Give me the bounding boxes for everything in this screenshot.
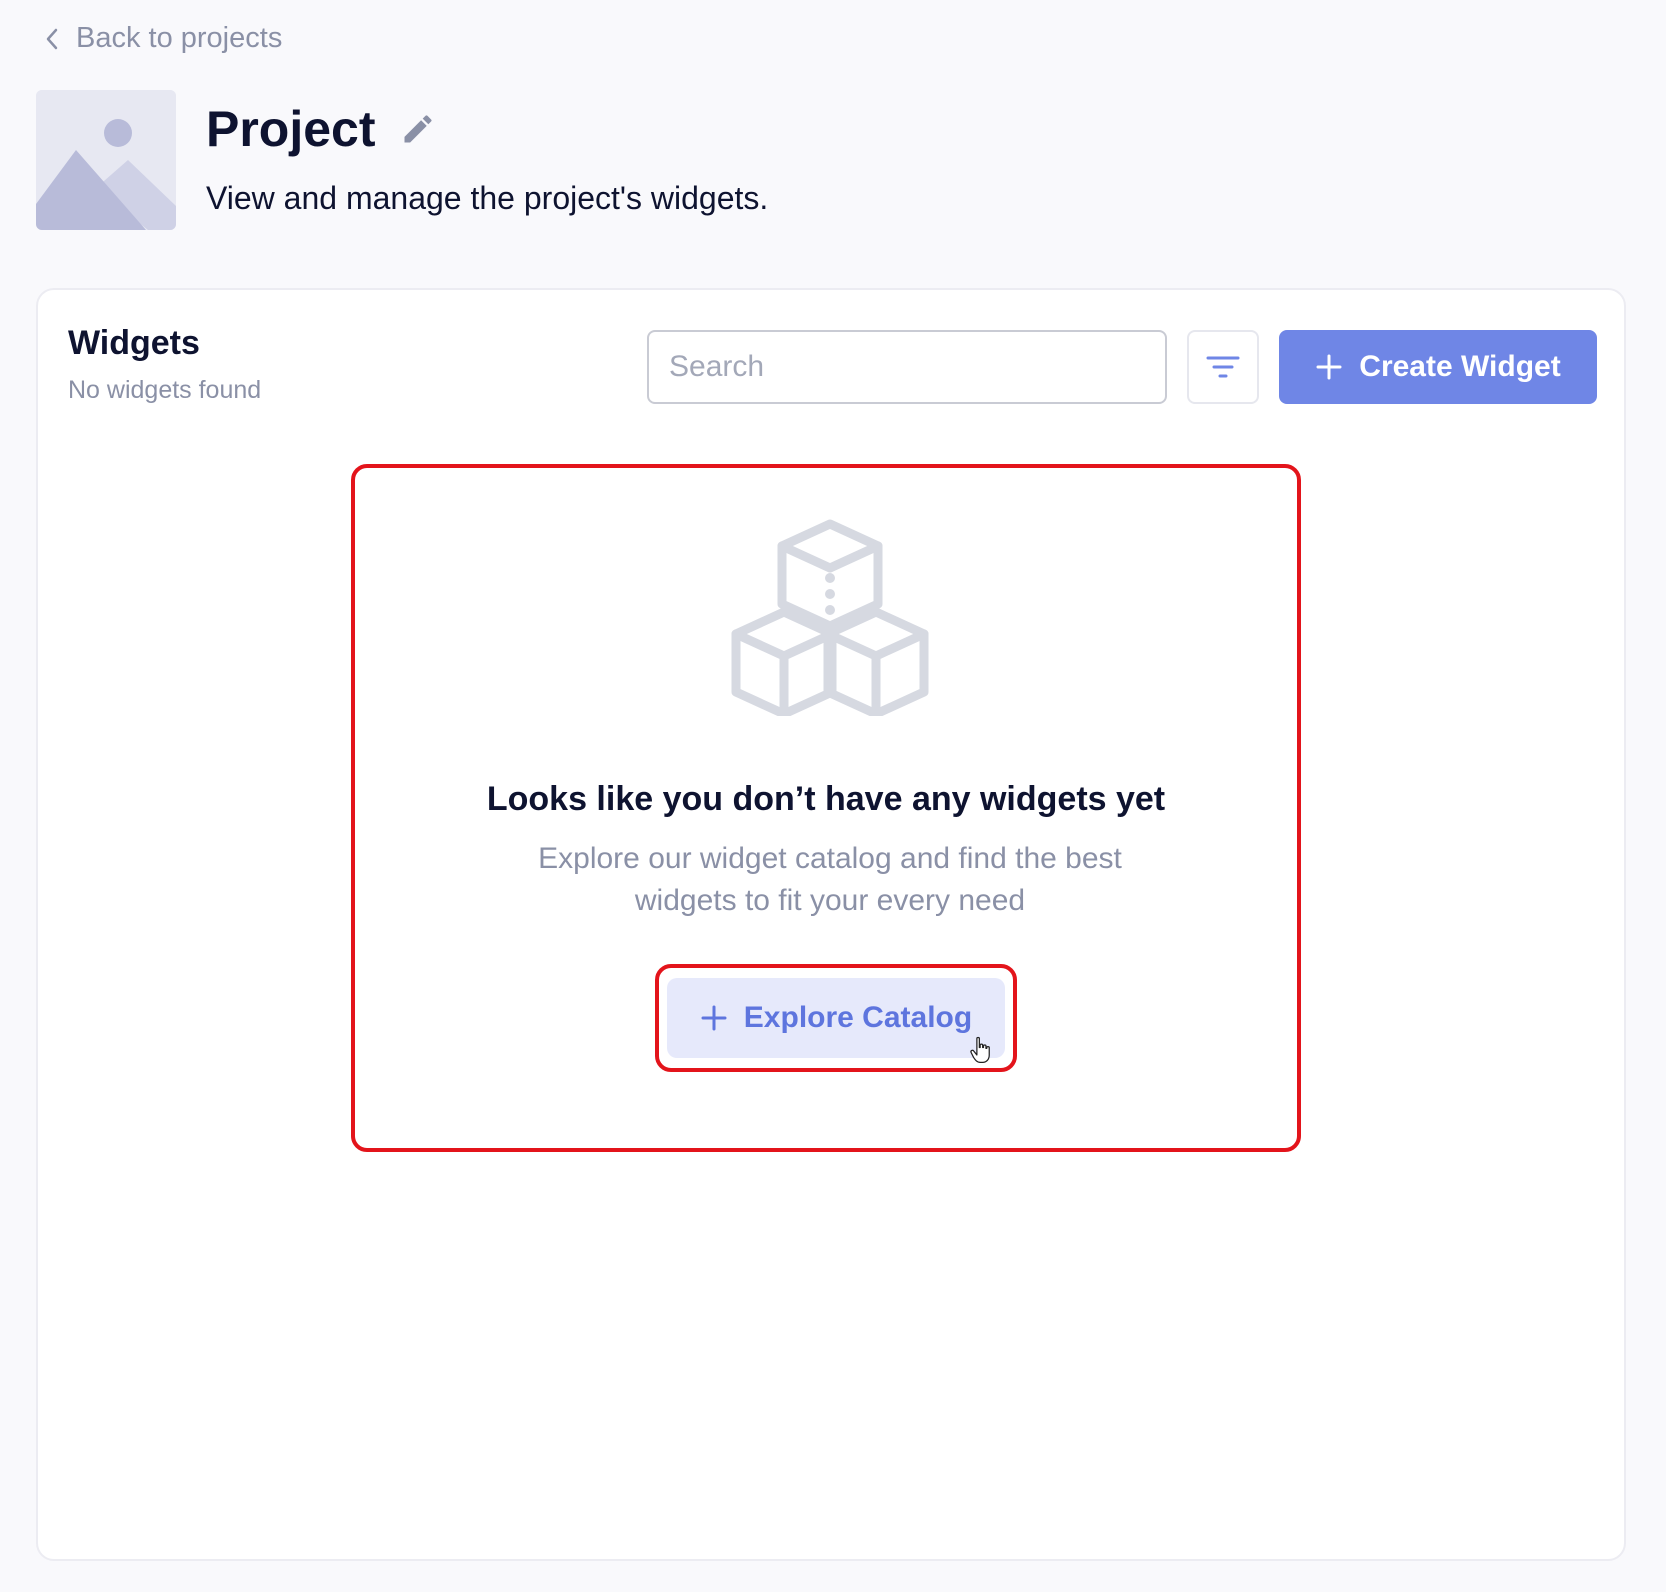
plus-icon	[1316, 354, 1342, 380]
filter-button[interactable]	[1187, 330, 1259, 404]
back-to-projects-link[interactable]: Back to projects	[42, 22, 282, 55]
chevron-left-icon	[46, 28, 58, 49]
empty-state-description: Explore our widget catalog and find the …	[538, 842, 1122, 917]
project-title-row: Project	[206, 100, 436, 158]
pencil-icon	[404, 115, 432, 143]
project-image-placeholder	[36, 90, 176, 230]
widgets-panel: Widgets No widgets found Create Widget	[36, 288, 1626, 1561]
create-widget-button[interactable]: Create Widget	[1279, 330, 1597, 404]
page-subtitle: View and manage the project's widgets.	[206, 180, 769, 216]
filter-icon	[1206, 356, 1240, 378]
project-page: Back to projects Project View and manage…	[0, 0, 1666, 1592]
hand-pointer-icon	[970, 1036, 990, 1063]
image-placeholder-icon	[36, 90, 176, 230]
page-title: Project	[206, 101, 376, 157]
explore-catalog-label: Explore Catalog	[743, 1001, 973, 1034]
empty-state-title: Looks like you don’t have any widgets ye…	[486, 780, 1166, 818]
search-input[interactable]	[647, 330, 1167, 404]
back-link-label: Back to projects	[76, 22, 283, 54]
plus-icon	[701, 1005, 727, 1031]
empty-state-highlight: Looks like you don’t have any widgets ye…	[351, 464, 1301, 1152]
widgets-heading: Widgets	[68, 324, 200, 362]
edit-title-button[interactable]	[400, 111, 436, 147]
create-widget-label: Create Widget	[1359, 350, 1561, 383]
explore-catalog-highlight: Explore Catalog	[655, 964, 1017, 1072]
widgets-count-text: No widgets found	[68, 376, 262, 404]
explore-catalog-button[interactable]: Explore Catalog	[667, 978, 1005, 1063]
cubes-icon	[731, 519, 929, 716]
